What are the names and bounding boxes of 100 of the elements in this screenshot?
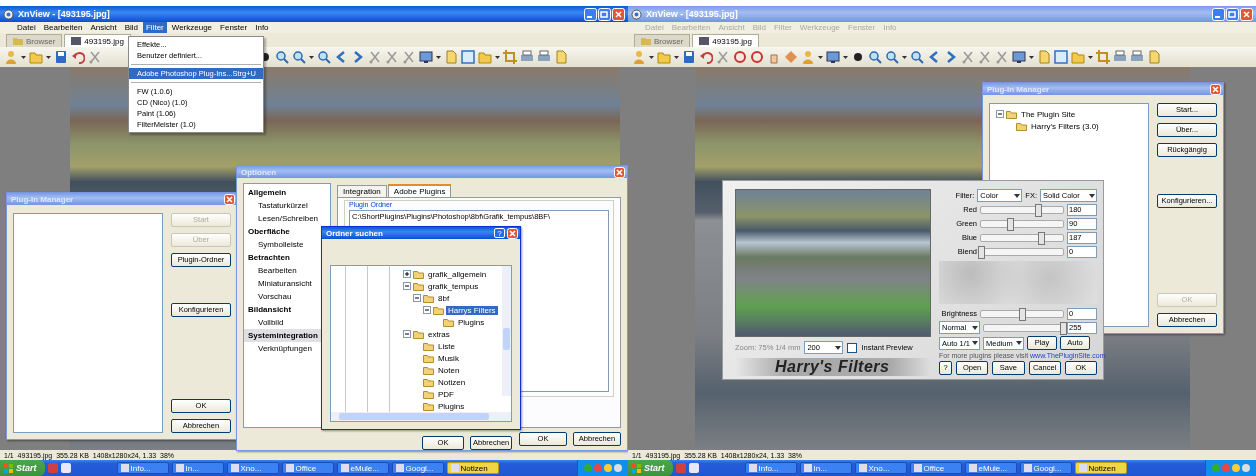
slider[interactable] [980, 205, 1064, 214]
save-icon[interactable] [54, 50, 68, 64]
scrollbar[interactable] [331, 412, 511, 421]
zoom-icon[interactable] [910, 50, 924, 64]
slider-thumb[interactable] [1019, 307, 1026, 321]
close-icon[interactable] [614, 166, 625, 178]
tree-item[interactable]: Harrys Filters [446, 305, 498, 315]
menu-item[interactable]: Bearbeiten [40, 22, 86, 33]
zoom-icon[interactable] [885, 50, 899, 64]
expander-icon[interactable] [403, 270, 411, 278]
taskbar-button[interactable]: Notizen [1074, 462, 1127, 474]
tab[interactable]: 493195.jpg [692, 34, 759, 47]
close-icon[interactable] [224, 193, 235, 205]
scissors-icon[interactable] [88, 50, 102, 64]
scissors-icon[interactable] [961, 50, 975, 64]
tree-item[interactable]: Musik [436, 353, 461, 363]
menu-item[interactable]: Fenster [217, 22, 251, 33]
close-icon[interactable] [612, 7, 625, 21]
taskbar-button[interactable]: Googl... [1019, 462, 1072, 474]
scissors-icon[interactable] [385, 50, 399, 64]
tab[interactable]: Integration [337, 185, 387, 197]
menu-item[interactable]: Werkzeuge [168, 22, 216, 33]
tab[interactable]: Browser [634, 34, 691, 47]
slider-thumb[interactable] [1060, 321, 1067, 335]
frame-icon[interactable] [461, 50, 475, 64]
printer-icon[interactable] [537, 50, 551, 64]
minimize-icon[interactable] [584, 7, 597, 21]
taskbar-button[interactable]: Xno... [854, 462, 907, 474]
taskbar-button[interactable]: Info... [116, 462, 169, 474]
menu-item[interactable]: Info [252, 22, 272, 33]
quick-launch-icon[interactable] [60, 463, 71, 473]
rotate-icon[interactable] [733, 50, 747, 64]
help-button[interactable]: ? [494, 228, 505, 238]
taskbar-button[interactable]: In... [171, 462, 224, 474]
frame-icon[interactable] [1054, 50, 1068, 64]
undo-icon[interactable] [71, 50, 85, 64]
checkbox[interactable] [847, 342, 858, 353]
page-icon[interactable] [554, 50, 568, 64]
taskbar-button[interactable]: Googl... [391, 462, 444, 474]
restore-icon[interactable] [598, 7, 611, 21]
taskbar-button[interactable]: eMule... [964, 462, 1017, 474]
menu-item[interactable]: Bild [121, 22, 141, 33]
slider-thumb[interactable] [1006, 217, 1014, 231]
monitor-icon[interactable] [1012, 50, 1026, 64]
taskbar-button[interactable]: Office [281, 462, 334, 474]
taskbar-button[interactable]: Info... [744, 462, 797, 474]
save-icon[interactable] [682, 50, 696, 64]
dot-icon[interactable] [851, 50, 865, 64]
tree-item[interactable]: The Plugin Site [1019, 109, 1078, 119]
zoom-icon[interactable] [317, 50, 331, 64]
category-item[interactable]: Lesen/Schreiben [244, 212, 330, 225]
close-icon[interactable] [1240, 7, 1253, 21]
tab[interactable]: Adobe Plugins [387, 184, 452, 197]
zoom-icon[interactable] [868, 50, 882, 64]
slider[interactable] [980, 233, 1064, 242]
tree-item[interactable]: Noten [436, 365, 462, 375]
slider[interactable] [980, 309, 1064, 318]
menu-item[interactable]: Datei [14, 22, 39, 33]
taskbar-button[interactable]: Xno... [226, 462, 279, 474]
printer-icon[interactable] [1130, 50, 1144, 64]
tree-item[interactable]: Notizen [436, 377, 468, 387]
scrollbar[interactable] [502, 266, 511, 396]
scissors-icon[interactable] [978, 50, 992, 64]
rotate-icon[interactable] [750, 50, 764, 64]
diamond-icon[interactable] [784, 50, 798, 64]
menu-item[interactable]: Filter [142, 22, 167, 33]
scissors-icon[interactable] [716, 50, 730, 64]
undo-icon[interactable] [699, 50, 713, 64]
taskbar-button[interactable]: eMule... [336, 462, 389, 474]
tab[interactable]: Browser [6, 34, 63, 47]
menu-item[interactable]: Ansicht [87, 22, 120, 33]
tree-item[interactable]: Plugins [456, 317, 487, 327]
minimize-icon[interactable] [1212, 7, 1225, 21]
monitor-icon[interactable] [826, 50, 840, 64]
zoom-icon[interactable] [292, 50, 306, 64]
close-icon[interactable] [1210, 83, 1221, 95]
restore-icon[interactable] [1226, 7, 1239, 21]
slider-thumb[interactable] [1035, 203, 1043, 217]
tree-item[interactable]: 8bf [436, 293, 452, 303]
tree-item[interactable]: PDF [436, 389, 456, 399]
category-item[interactable]: Allgemein [244, 186, 330, 199]
printer-icon[interactable] [1113, 50, 1127, 64]
tree-item[interactable]: grafik_allgemein [426, 269, 489, 279]
category-item[interactable]: Tastaturkürzel [244, 199, 330, 212]
tree-item[interactable]: Liste [436, 341, 457, 351]
taskbar-button[interactable]: Office [909, 462, 962, 474]
tree-item[interactable]: Plugins [436, 401, 467, 411]
zoom-icon[interactable] [275, 50, 289, 64]
taskbar-button[interactable]: In... [799, 462, 852, 474]
printer-icon[interactable] [520, 50, 534, 64]
tree-item[interactable]: grafik_tempus [426, 281, 481, 291]
close-icon[interactable] [507, 227, 518, 239]
slider[interactable] [983, 323, 1064, 332]
tree-item[interactable]: extras [426, 329, 452, 339]
scissors-icon[interactable] [368, 50, 382, 64]
taskbar-button[interactable]: Notizen [446, 462, 499, 474]
page-icon[interactable] [1147, 50, 1161, 64]
tree-item[interactable]: Harry's Filters (3.0) [1029, 121, 1101, 131]
tab[interactable]: 493195.jpg [64, 34, 131, 47]
slider-thumb[interactable] [1037, 231, 1045, 245]
